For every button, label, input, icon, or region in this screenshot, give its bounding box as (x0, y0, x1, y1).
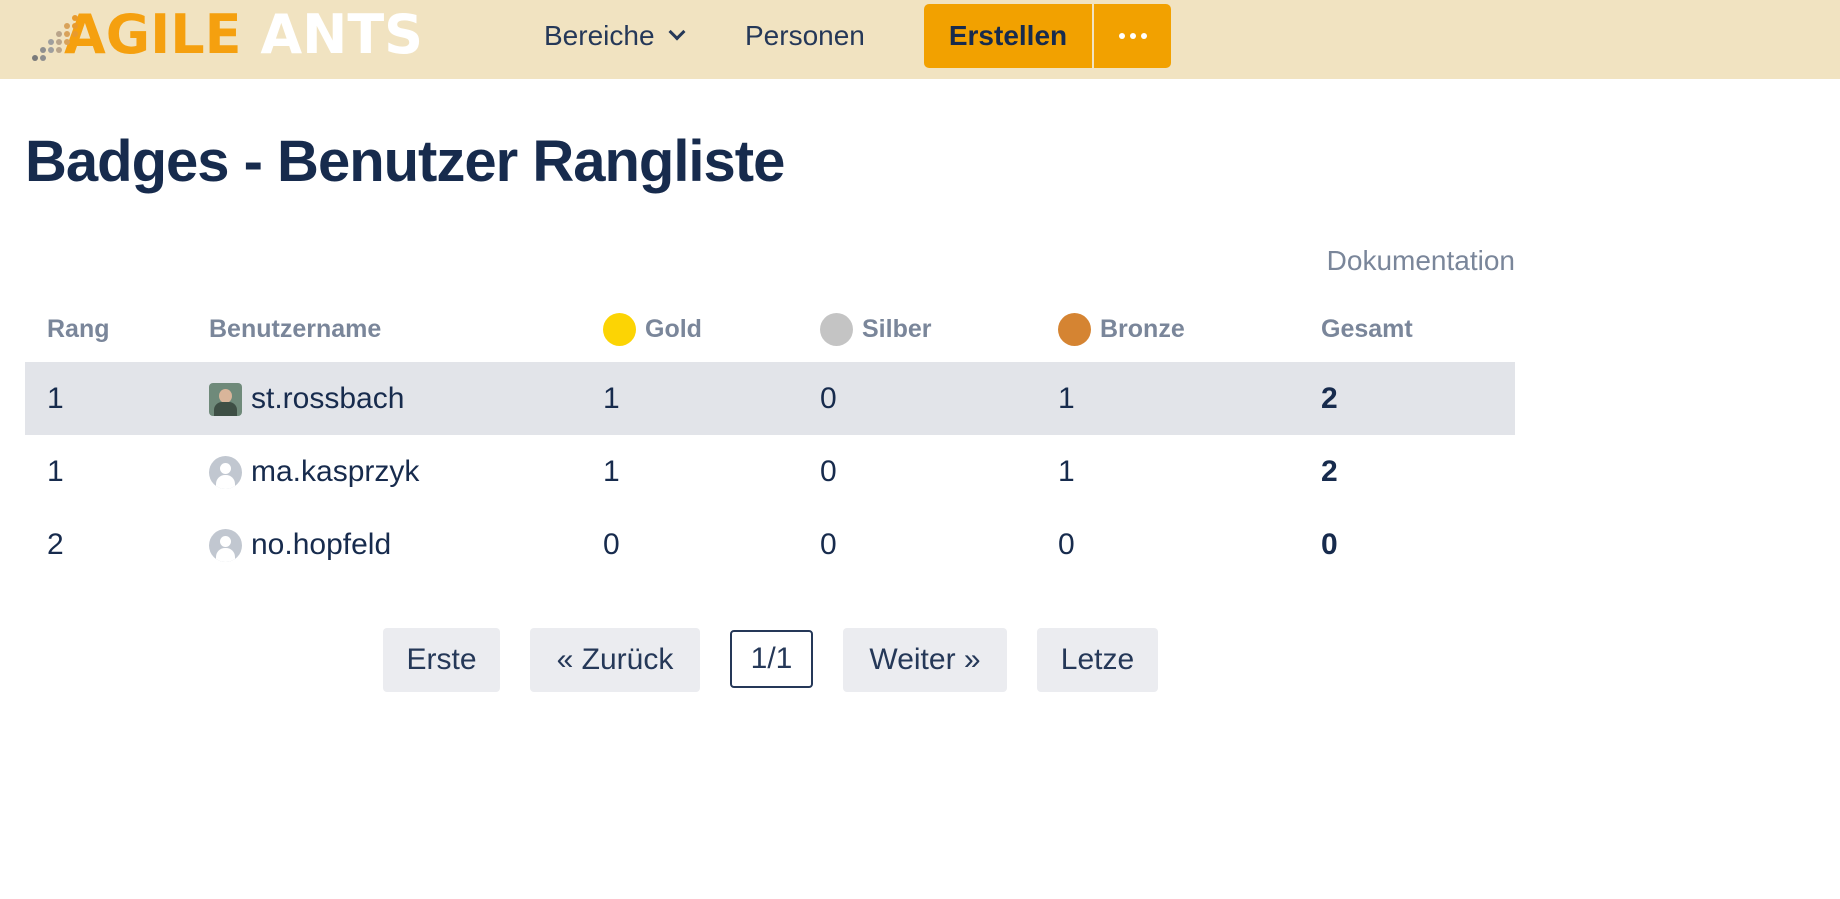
cell-gesamt: 2 (1321, 382, 1338, 415)
nav-personen-label: Personen (745, 20, 865, 51)
cell-rang: 1 (47, 455, 64, 488)
logo-dots-icon (32, 9, 86, 61)
header-rang: Rang (47, 315, 110, 343)
cell-gold: 0 (603, 528, 620, 561)
header-gesamt: Gesamt (1321, 315, 1413, 343)
silver-medal-icon (820, 312, 853, 346)
page-title: Badges - Benutzer Rangliste (25, 129, 785, 194)
avatar[interactable] (209, 382, 242, 416)
cell-bronze: 0 (1058, 528, 1075, 561)
header-benutzername: Benutzername (209, 315, 382, 343)
cell-user[interactable]: no.hopfeld (209, 527, 391, 563)
username-link[interactable]: ma.kasprzyk (251, 454, 419, 490)
agile-ants-logo[interactable]: AGILE ANTS (32, 6, 423, 64)
pagination-prev-button[interactable]: « Zurück (530, 628, 700, 692)
cell-gold: 1 (603, 455, 620, 488)
cell-silber: 0 (820, 455, 837, 488)
header-silber-label: Silber (862, 315, 932, 343)
cell-bronze: 1 (1058, 455, 1075, 488)
cell-gold: 1 (603, 382, 620, 415)
cell-user[interactable]: ma.kasprzyk (209, 454, 419, 490)
nav-personen-link[interactable]: Personen (745, 18, 865, 54)
logo-ants: ANTS (260, 3, 424, 66)
top-navigation-bar: AGILE ANTS Bereiche Personen Erstellen (0, 0, 1840, 79)
logo-agile: AGILE (64, 3, 242, 66)
table-row: 2 no.hopfeld 0 0 0 0 (25, 508, 1515, 581)
table-row: 1 st.rossbach 1 0 1 2 (25, 362, 1515, 435)
nav-bereiche-dropdown[interactable]: Bereiche (544, 18, 686, 54)
default-user-icon[interactable] (209, 455, 242, 489)
leaderboard-table: Rang Benutzername Gold Silber Bronze Ges… (25, 302, 1515, 581)
username-link[interactable]: st.rossbach (251, 381, 404, 417)
cell-rang: 1 (47, 382, 64, 415)
cell-rang: 2 (47, 528, 64, 561)
header-gold-label: Gold (645, 315, 702, 343)
pagination-last-button[interactable]: Letze (1037, 628, 1158, 692)
header-gold: Gold (603, 312, 702, 346)
pagination-current-page: 1/1 (730, 630, 813, 688)
logo-text: AGILE ANTS (64, 6, 423, 64)
create-button[interactable]: Erstellen (924, 4, 1092, 68)
username-link[interactable]: no.hopfeld (251, 527, 391, 563)
cell-gesamt: 2 (1321, 455, 1338, 488)
header-bronze: Bronze (1058, 312, 1185, 346)
header-silber: Silber (820, 312, 931, 346)
gold-medal-icon (603, 312, 636, 346)
more-options-button[interactable] (1094, 4, 1171, 68)
cell-silber: 0 (820, 382, 837, 415)
nav-bereiche-label: Bereiche (544, 20, 655, 51)
table-header-row: Rang Benutzername Gold Silber Bronze Ges… (25, 302, 1515, 362)
pagination-first-button[interactable]: Erste (383, 628, 500, 692)
cell-user[interactable]: st.rossbach (209, 381, 404, 417)
table-row: 1 ma.kasprzyk 1 0 1 2 (25, 435, 1515, 508)
pagination-next-button[interactable]: Weiter » (843, 628, 1007, 692)
header-bronze-label: Bronze (1100, 315, 1185, 343)
documentation-link[interactable]: Dokumentation (1327, 244, 1515, 278)
chevron-down-icon (668, 23, 686, 41)
default-user-icon[interactable] (209, 528, 242, 562)
cell-silber: 0 (820, 528, 837, 561)
more-dots-icon (1118, 33, 1125, 39)
cell-bronze: 1 (1058, 382, 1075, 415)
cell-gesamt: 0 (1321, 528, 1338, 561)
bronze-medal-icon (1058, 312, 1091, 346)
